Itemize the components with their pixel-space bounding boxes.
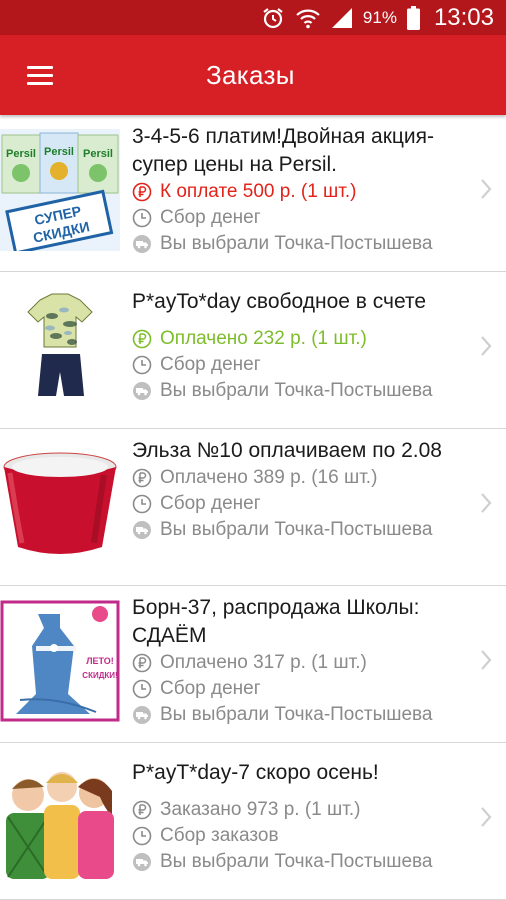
- order-title: 3-4-5-6 платим!Двойная акция-супер цены …: [132, 125, 435, 176]
- order-thumbnail: ЛЕТО! СКИДКИ!: [0, 600, 120, 722]
- order-item[interactable]: Persil Persil Persil СУПЕР СКИДКИ 3-4-5-…: [0, 115, 506, 272]
- pickup-text: Вы выбрали Точка-Постышева: [160, 233, 433, 254]
- pickup-point: Вы выбрали Точка-Постышева: [132, 517, 477, 543]
- wifi-icon: [295, 7, 321, 29]
- delivery-truck-icon: [133, 521, 151, 539]
- payment-status: К оплате 500 р. (1 шт.): [132, 179, 477, 205]
- order-title: P*ayT*day-7 скоро осень!: [132, 761, 379, 784]
- order-title: Эльза №10 оплачиваем по 2.08: [132, 439, 442, 462]
- promo-text: ЛЕТО!: [86, 656, 114, 666]
- delivery-truck-icon: [133, 382, 151, 400]
- stage-status: Сбор денег: [132, 205, 477, 231]
- pickup-text: Вы выбрали Точка-Постышева: [160, 380, 433, 401]
- payment-status: Заказано 973 р. (1 шт.): [132, 797, 477, 823]
- order-thumbnail: [0, 757, 120, 879]
- chevron-right-icon: [481, 650, 492, 670]
- promo-text: СКИДКИ!: [82, 671, 117, 680]
- clock-icon: [132, 208, 152, 228]
- battery-percent: 91%: [362, 7, 397, 27]
- ruble-icon: [132, 329, 152, 349]
- pickup-text: Вы выбрали Точка-Постышева: [160, 519, 433, 540]
- pickup-point: Вы выбрали Точка-Постышева: [132, 378, 477, 404]
- order-title: P*ayTo*day свободное в счете: [132, 290, 427, 313]
- payment-text: Оплачено 317 р. (1 шт.): [160, 652, 367, 673]
- stage-status: Сбор денег: [132, 491, 477, 517]
- order-title: Борн-37, распродажа Школы: СДАЁМ: [132, 596, 420, 647]
- order-thumbnail: [0, 443, 120, 565]
- delivery-truck-icon: [133, 706, 151, 724]
- ruble-icon: [132, 800, 152, 820]
- delivery-truck-icon: [133, 853, 151, 871]
- payment-text: Оплачено 389 р. (16 шт.): [160, 467, 378, 488]
- payment-text: К оплате 500 р. (1 шт.): [160, 181, 357, 202]
- payment-text: Заказано 973 р. (1 шт.): [160, 799, 361, 820]
- order-item[interactable]: ЛЕТО! СКИДКИ! Борн-37, распродажа Школы:…: [0, 586, 506, 743]
- stage-text: Сбор денег: [160, 678, 261, 699]
- chevron-right-icon: [481, 179, 492, 199]
- pickup-text: Вы выбрали Точка-Постышева: [160, 704, 433, 725]
- battery-icon: [406, 5, 420, 30]
- clock-icon: [132, 679, 152, 699]
- ruble-icon: [132, 182, 152, 202]
- stage-text: Сбор денег: [160, 207, 261, 228]
- order-item[interactable]: P*ayT*day-7 скоро осень! Заказано 973 р.…: [0, 743, 506, 900]
- pickup-point: Вы выбрали Точка-Постышева: [132, 231, 477, 257]
- payment-status: Оплачено 317 р. (1 шт.): [132, 650, 477, 676]
- persil-logo-text: Persil: [83, 148, 113, 160]
- stage-text: Сбор денег: [160, 354, 261, 375]
- pickup-point: Вы выбрали Точка-Постышева: [132, 849, 477, 875]
- ruble-icon: [132, 468, 152, 488]
- alarm-icon: [261, 6, 285, 30]
- persil-logo-text: Persil: [44, 146, 74, 158]
- signal-icon: [331, 7, 353, 29]
- status-bar: 91% 13:03: [0, 0, 506, 35]
- pickup-point: Вы выбрали Точка-Постышева: [132, 702, 477, 728]
- payment-status: Оплачено 389 р. (16 шт.): [132, 465, 477, 491]
- stage-text: Сбор заказов: [160, 825, 279, 846]
- order-item[interactable]: Эльза №10 оплачиваем по 2.08 Оплачено 38…: [0, 429, 506, 586]
- stage-status: Сбор заказов: [132, 823, 477, 849]
- order-thumbnail: [0, 286, 120, 408]
- hamburger-menu-icon: [27, 65, 53, 85]
- clock-icon: [132, 826, 152, 846]
- orders-list[interactable]: Persil Persil Persil СУПЕР СКИДКИ 3-4-5-…: [0, 115, 506, 900]
- ruble-icon: [132, 653, 152, 673]
- stage-status: Сбор денег: [132, 352, 477, 378]
- pickup-text: Вы выбрали Точка-Постышева: [160, 851, 433, 872]
- chevron-right-icon: [481, 493, 492, 513]
- payment-status: Оплачено 232 р. (1 шт.): [132, 326, 477, 352]
- chevron-right-icon: [481, 807, 492, 827]
- menu-button[interactable]: [0, 35, 80, 115]
- delivery-truck-icon: [133, 235, 151, 253]
- persil-logo-text: Persil: [6, 148, 36, 160]
- stage-text: Сбор денег: [160, 493, 261, 514]
- clock-icon: [132, 494, 152, 514]
- order-thumbnail: Persil Persil Persil СУПЕР СКИДКИ: [0, 129, 120, 251]
- stage-status: Сбор денег: [132, 676, 477, 702]
- chevron-right-icon: [481, 336, 492, 356]
- order-item[interactable]: P*ayTo*day свободное в счете Оплачено 23…: [0, 272, 506, 429]
- page-title: Заказы: [206, 59, 295, 90]
- payment-text: Оплачено 232 р. (1 шт.): [160, 328, 367, 349]
- clock-icon: [132, 355, 152, 375]
- clock: 13:03: [433, 3, 494, 31]
- app-bar: Заказы: [0, 35, 506, 115]
